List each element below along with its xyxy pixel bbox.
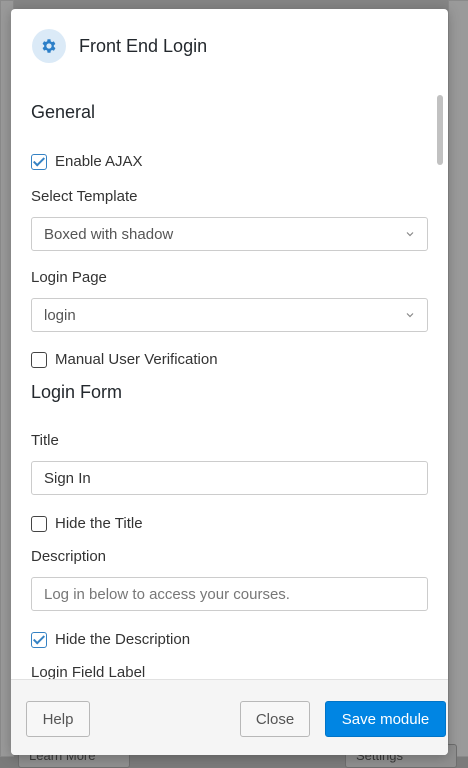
modal-title: Front End Login [79, 35, 208, 56]
login-field-label-heading: Login Field Label [31, 664, 146, 679]
enable-ajax-option[interactable]: Enable AJAX [31, 153, 143, 170]
hide-description-label: Hide the Description [55, 631, 191, 648]
select-template-label: Select Template [31, 188, 138, 205]
manual-verification-option[interactable]: Manual User Verification [31, 351, 218, 368]
hide-title-label: Hide the Title [55, 515, 143, 532]
enable-ajax-checkbox[interactable] [31, 153, 47, 170]
hide-title-checkbox[interactable] [31, 515, 47, 532]
scrollbar-thumb[interactable] [437, 95, 443, 165]
module-settings-modal: Front End Login General Enable AJAX Sele… [11, 9, 448, 755]
title-field-label: Title [31, 432, 59, 449]
gear-icon [32, 29, 66, 63]
manual-verification-checkbox[interactable] [31, 351, 47, 368]
modal-header: Front End Login [11, 9, 448, 83]
hide-title-option[interactable]: Hide the Title [31, 515, 143, 532]
description-input[interactable]: Log in below to access your courses. [31, 577, 428, 611]
description-label: Description [31, 548, 107, 565]
close-button[interactable]: Close [240, 701, 310, 737]
save-module-button[interactable]: Save module [325, 701, 446, 737]
section-title-login-form: Login Form [31, 382, 123, 402]
title-input[interactable]: Sign In [31, 461, 428, 495]
enable-ajax-label: Enable AJAX [55, 153, 143, 170]
chevron-down-icon [406, 313, 414, 318]
login-page-dropdown[interactable]: login [31, 298, 428, 332]
login-page-value: login [44, 306, 76, 324]
hide-description-checkbox[interactable] [31, 631, 47, 648]
modal-footer: Help Close Save module [11, 679, 448, 755]
title-input-value: Sign In [44, 469, 91, 487]
modal-scrollbar[interactable] [434, 83, 448, 679]
manual-verification-label: Manual User Verification [55, 351, 218, 368]
section-title-general: General [31, 102, 96, 122]
background-panel-right [448, 0, 468, 757]
select-template-value: Boxed with shadow [44, 225, 174, 243]
modal-body[interactable]: General Enable AJAX Select Template Boxe… [11, 83, 448, 679]
hide-description-option[interactable]: Hide the Description [31, 631, 190, 648]
select-template-dropdown[interactable]: Boxed with shadow [31, 217, 428, 251]
help-button[interactable]: Help [26, 701, 90, 737]
chevron-down-icon [406, 232, 414, 237]
description-placeholder: Log in below to access your courses. [44, 585, 290, 603]
login-page-label: Login Page [31, 269, 107, 286]
